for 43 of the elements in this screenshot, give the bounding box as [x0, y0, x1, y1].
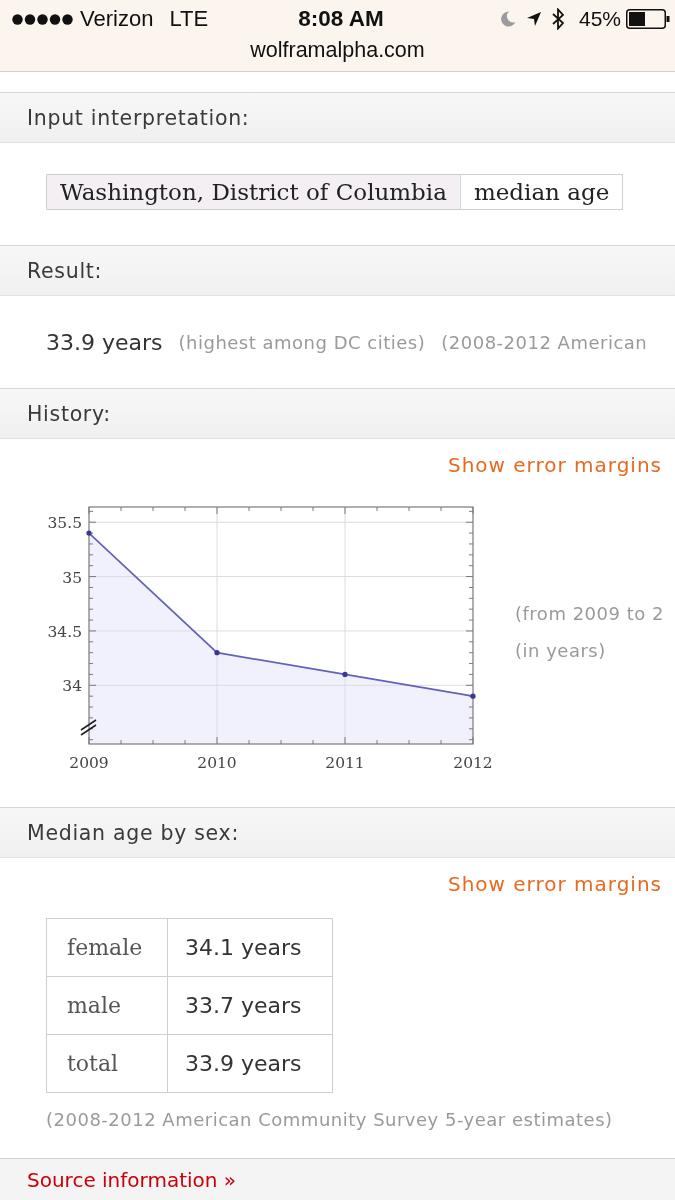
- show-error-margins-link[interactable]: Show error margins: [447, 870, 662, 898]
- axis-break-icon: [80, 719, 97, 736]
- x-tick-label: 2012: [453, 754, 493, 772]
- data-point: [470, 693, 476, 699]
- section-title: History:: [27, 401, 111, 426]
- data-point: [342, 671, 348, 677]
- footnote: (2008-2012 American Community Survey 5-year estimates): [46, 1109, 613, 1130]
- section-title: Input interpretation:: [27, 105, 250, 130]
- y-tick-label: 35.5: [47, 514, 82, 533]
- table-cell: 34.1 years: [167, 918, 333, 977]
- section-title: Result:: [27, 258, 103, 283]
- signal-strength-icon: [12, 13, 73, 25]
- location-arrow-icon: [526, 12, 541, 26]
- moon-icon: [499, 11, 516, 27]
- battery-percent: 45%: [578, 7, 621, 31]
- result-note: (2008-2012 American: [441, 331, 648, 353]
- battery-icon: [626, 9, 670, 29]
- chart-note: (in years): [515, 640, 606, 661]
- source-information-link[interactable]: Source information »: [27, 1168, 237, 1192]
- url-text: wolframalpha.com: [250, 38, 425, 62]
- clock-time: 8:08 AM: [298, 6, 384, 32]
- y-tick-label: 35: [62, 568, 82, 587]
- interpretation-term: Washington, District of Columbia: [47, 175, 461, 209]
- result-value: 33.9 years: [46, 329, 163, 355]
- x-tick-label: 2009: [69, 754, 109, 772]
- table-cell: 33.9 years: [167, 1034, 333, 1093]
- data-point: [214, 650, 220, 656]
- data-point: [86, 530, 92, 536]
- chart-note: (from 2009 to 2: [515, 603, 664, 624]
- result-note: (highest among DC cities): [178, 331, 426, 353]
- section-title: Median age by sex:: [27, 820, 239, 845]
- show-error-margins-link[interactable]: Show error margins: [447, 451, 662, 479]
- table-cell: female: [46, 918, 168, 977]
- table-cell: 33.7 years: [167, 976, 333, 1035]
- network-type: LTE: [169, 6, 209, 32]
- x-tick-label: 2011: [325, 754, 365, 772]
- y-tick-label: 34.5: [47, 622, 82, 641]
- table-cell: male: [46, 976, 168, 1035]
- y-tick-label: 34: [62, 677, 82, 696]
- carrier-name: Verizon: [80, 6, 154, 32]
- x-tick-label: 2010: [197, 754, 237, 772]
- table-cell: total: [46, 1034, 168, 1093]
- bluetooth-icon: [551, 8, 564, 30]
